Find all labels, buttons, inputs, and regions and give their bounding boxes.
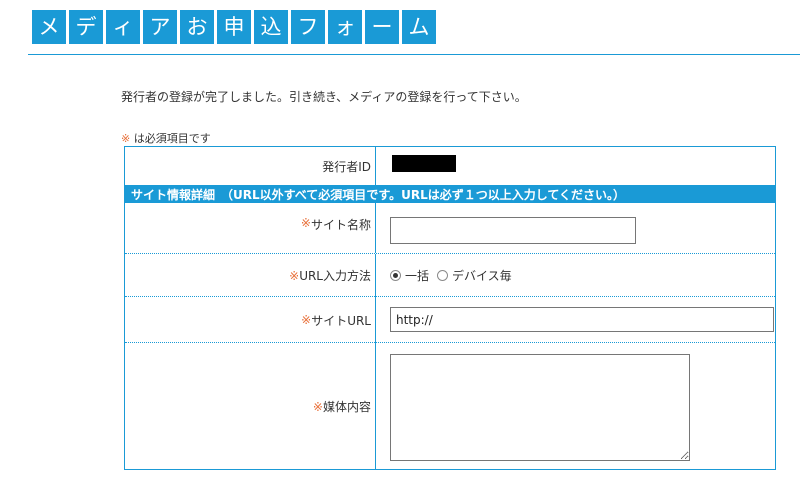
site-url-label: ※ サイトURL	[125, 297, 375, 343]
media-content-row: ※ 媒体内容	[125, 342, 775, 470]
media-content-value-cell	[375, 343, 775, 470]
required-mark: ※	[300, 216, 311, 230]
site-name-input[interactable]	[390, 217, 636, 244]
page-title: メ デ ィ ア お 申 込 フ ォ ー ム	[32, 10, 436, 44]
title-char: 申	[217, 10, 251, 44]
title-char: デ	[69, 10, 103, 44]
title-char: お	[180, 10, 214, 44]
radio-per-device-label[interactable]: デバイス毎	[452, 267, 512, 284]
publisher-id-value-cell	[375, 147, 775, 185]
media-form: 発行者ID サイト情報詳細 （URL以外すべて必須項目です。URLは必ず１つ以上…	[124, 146, 776, 470]
site-url-row: ※ サイトURL	[125, 296, 775, 343]
radio-per-device[interactable]: デバイス毎	[437, 267, 512, 284]
title-char: ー	[365, 10, 399, 44]
title-char: ア	[143, 10, 177, 44]
media-content-label-text: 媒体内容	[322, 400, 371, 414]
site-url-input[interactable]	[390, 307, 774, 332]
required-note-text: は必須項目です	[130, 132, 211, 145]
site-name-label-text: サイト名称	[310, 218, 371, 232]
required-mark: ※	[301, 313, 312, 327]
media-content-textarea[interactable]	[390, 354, 690, 461]
required-note: ※ は必須項目です	[121, 130, 211, 146]
url-method-row: ※ URL入力方法 一括 デバイス毎	[125, 253, 775, 297]
title-char: メ	[32, 10, 66, 44]
title-char: ム	[402, 10, 436, 44]
required-mark: ※	[121, 132, 131, 145]
url-method-label-text: URL入力方法	[299, 269, 371, 283]
title-char: 込	[254, 10, 288, 44]
publisher-id-label: 発行者ID	[322, 159, 371, 174]
url-method-value-cell: 一括 デバイス毎	[375, 254, 775, 297]
publisher-id-row: 発行者ID	[125, 147, 775, 185]
site-url-label-text: サイトURL	[311, 313, 371, 328]
url-method-radio-group: 一括 デバイス毎	[390, 254, 512, 297]
section-header: サイト情報詳細 （URL以外すべて必須項目です。URLは必ず１つ以上入力してくだ…	[125, 185, 775, 203]
required-mark: ※	[312, 399, 323, 414]
title-divider	[28, 54, 800, 55]
url-method-label: ※ URL入力方法	[125, 254, 375, 297]
site-name-label: ※ サイト名称	[125, 203, 375, 253]
site-name-row: ※ サイト名称	[125, 203, 775, 253]
radio-per-device-button[interactable]	[437, 270, 449, 281]
site-name-value-cell	[375, 203, 775, 253]
publisher-id-redacted	[392, 155, 456, 172]
title-char: ィ	[106, 10, 140, 44]
intro-message: 発行者の登録が完了しました。引き続き、メディアの登録を行って下さい。	[121, 90, 527, 104]
site-url-value-cell	[375, 297, 775, 343]
required-mark: ※	[289, 268, 300, 283]
media-content-label: ※ 媒体内容	[125, 343, 375, 470]
radio-bulk-label[interactable]: 一括	[405, 267, 429, 284]
radio-bulk[interactable]: 一括	[390, 267, 429, 284]
title-char: ォ	[328, 10, 362, 44]
title-char: フ	[291, 10, 325, 44]
radio-bulk-button[interactable]	[390, 270, 401, 281]
